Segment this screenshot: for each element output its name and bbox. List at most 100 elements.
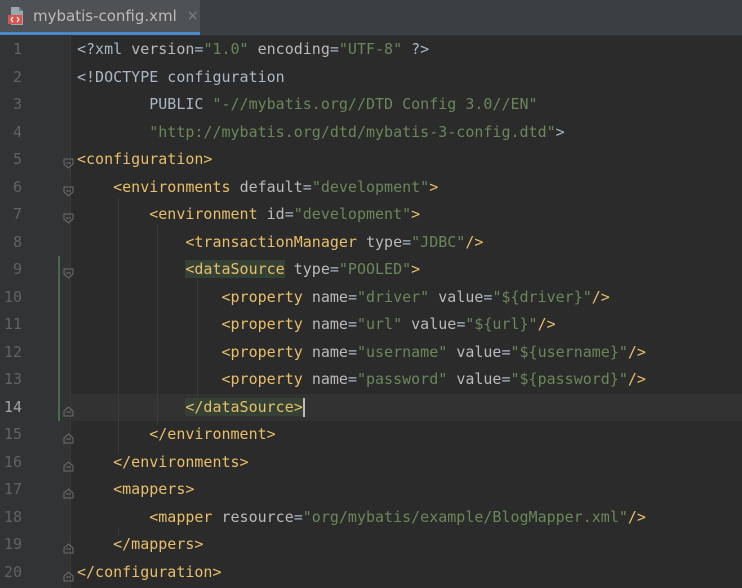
xml-tag: /> [627, 507, 646, 526]
xml-attribute-value: "http://mybatis.org/dtd/mybatis-3-config… [149, 122, 556, 141]
fold-open-icon[interactable] [63, 264, 74, 279]
code-line[interactable]: <property name="password" value="${passw… [77, 366, 646, 393]
code-line[interactable]: </dataSource> [77, 394, 305, 421]
xml-attribute: value [456, 370, 502, 388]
line-number: 9 [12, 260, 22, 278]
code-text: = [347, 342, 357, 361]
xml-tag: <property [221, 287, 303, 306]
fold-close-icon[interactable] [63, 539, 74, 554]
code-text: = [402, 232, 412, 251]
line-number: 8 [12, 232, 22, 251]
fold-close-icon[interactable] [63, 457, 74, 471]
fold-close-icon[interactable] [63, 429, 74, 444]
line-number: 1 [12, 40, 22, 58]
code-text: <!DOCTYPE configuration [77, 67, 285, 86]
code-line[interactable]: <?xml version="1.0" encoding="UTF-8" ?> [77, 36, 429, 63]
line-number: 16 [3, 452, 22, 471]
xml-attribute-value: "driver" [356, 287, 430, 306]
code-text: > [555, 122, 565, 141]
code-text: = [329, 40, 339, 58]
xml-tag: <mappers> [113, 480, 195, 498]
xml-attribute: resource [221, 507, 294, 526]
code-editor[interactable]: 1 2 3 4 5 6 7 8 9 10 11 12 13 14 15 16 17 18 19 20 <?xml ve… [0, 36, 742, 588]
code-line[interactable]: </environments> [77, 449, 249, 476]
xml-attribute: version [131, 40, 195, 58]
xml-attribute-value: "development" [311, 177, 430, 196]
xml-attribute-value: "development" [293, 205, 412, 223]
line-number: 14 [3, 397, 22, 416]
xml-attribute-value: "password" [356, 370, 448, 388]
fold-open-icon[interactable] [63, 154, 74, 169]
line-number: 4 [12, 122, 22, 141]
line-number: 19 [3, 535, 22, 553]
code-line[interactable]: <mapper resource="org/mybatis/example/Bl… [77, 504, 646, 531]
code-line[interactable]: "http://mybatis.org/dtd/mybatis-3-config… [77, 119, 565, 146]
code-line[interactable]: </configuration> [77, 559, 222, 586]
code-line[interactable]: <transactionManager type="JDBC"/> [77, 229, 483, 256]
xml-attribute: encoding [257, 40, 330, 58]
xml-attribute: name [311, 315, 348, 333]
code-line[interactable]: <!DOCTYPE configuration [77, 64, 285, 91]
xml-attribute-value: "username" [356, 342, 448, 361]
code-line[interactable]: PUBLIC "-//mybatis.org//DTD Config 3.0//… [77, 91, 537, 118]
code-line[interactable]: <mappers> [77, 476, 194, 503]
xml-attribute: type [293, 260, 330, 278]
xml-tag: > [429, 177, 439, 196]
xml-tag: </mappers> [113, 535, 204, 553]
line-number: 15 [3, 425, 22, 443]
xml-tag: </environments> [113, 452, 249, 471]
xml-tag: <mapper [149, 507, 213, 526]
xml-tag: /> [465, 232, 484, 251]
code-line[interactable]: </environment> [77, 421, 276, 448]
xml-attribute-value: "${password}" [510, 370, 628, 388]
code-text: = [302, 177, 312, 196]
close-tab-icon[interactable]: × [187, 8, 199, 24]
tab-mybatis-config[interactable]: mybatis-config.xml × [0, 0, 200, 35]
code-text: = [347, 287, 357, 306]
code-text: = [293, 507, 303, 526]
xml-attribute: name [311, 342, 348, 361]
fold-close-icon[interactable] [63, 484, 74, 499]
xml-file-icon [8, 6, 26, 26]
code-line[interactable]: <property name="driver" value="${driver}… [77, 284, 610, 311]
code-line[interactable]: <environment id="development"> [77, 201, 420, 228]
fold-open-icon[interactable] [63, 209, 74, 224]
code-text: = [329, 260, 339, 278]
code-line[interactable]: <property name="username" value="${usern… [77, 339, 646, 366]
code-line[interactable]: <property name="url" value="${url}"/> [77, 311, 556, 338]
code-text: <?xml [77, 40, 132, 58]
code-line[interactable]: </mappers> [77, 531, 203, 558]
xml-attribute: name [311, 287, 348, 306]
fold-open-icon[interactable] [63, 182, 74, 197]
fold-close-icon[interactable] [63, 567, 74, 581]
xml-attribute-value: "${username}" [510, 342, 628, 361]
fold-close-icon[interactable] [63, 402, 74, 416]
line-number: 3 [12, 95, 22, 113]
code-line[interactable]: <environments default="development"> [77, 174, 438, 201]
xml-attribute-value: "1.0" [203, 40, 249, 58]
line-number: 11 [3, 315, 22, 333]
xml-tag: <property [221, 342, 303, 361]
xml-attribute-value: "JDBC" [411, 232, 466, 251]
xml-tag: </environment> [149, 425, 276, 443]
code-line[interactable]: <configuration> [77, 146, 212, 173]
text-caret [302, 397, 305, 417]
code-line[interactable]: <dataSource type="POOLED"> [77, 256, 420, 283]
xml-attribute: default [239, 177, 303, 196]
